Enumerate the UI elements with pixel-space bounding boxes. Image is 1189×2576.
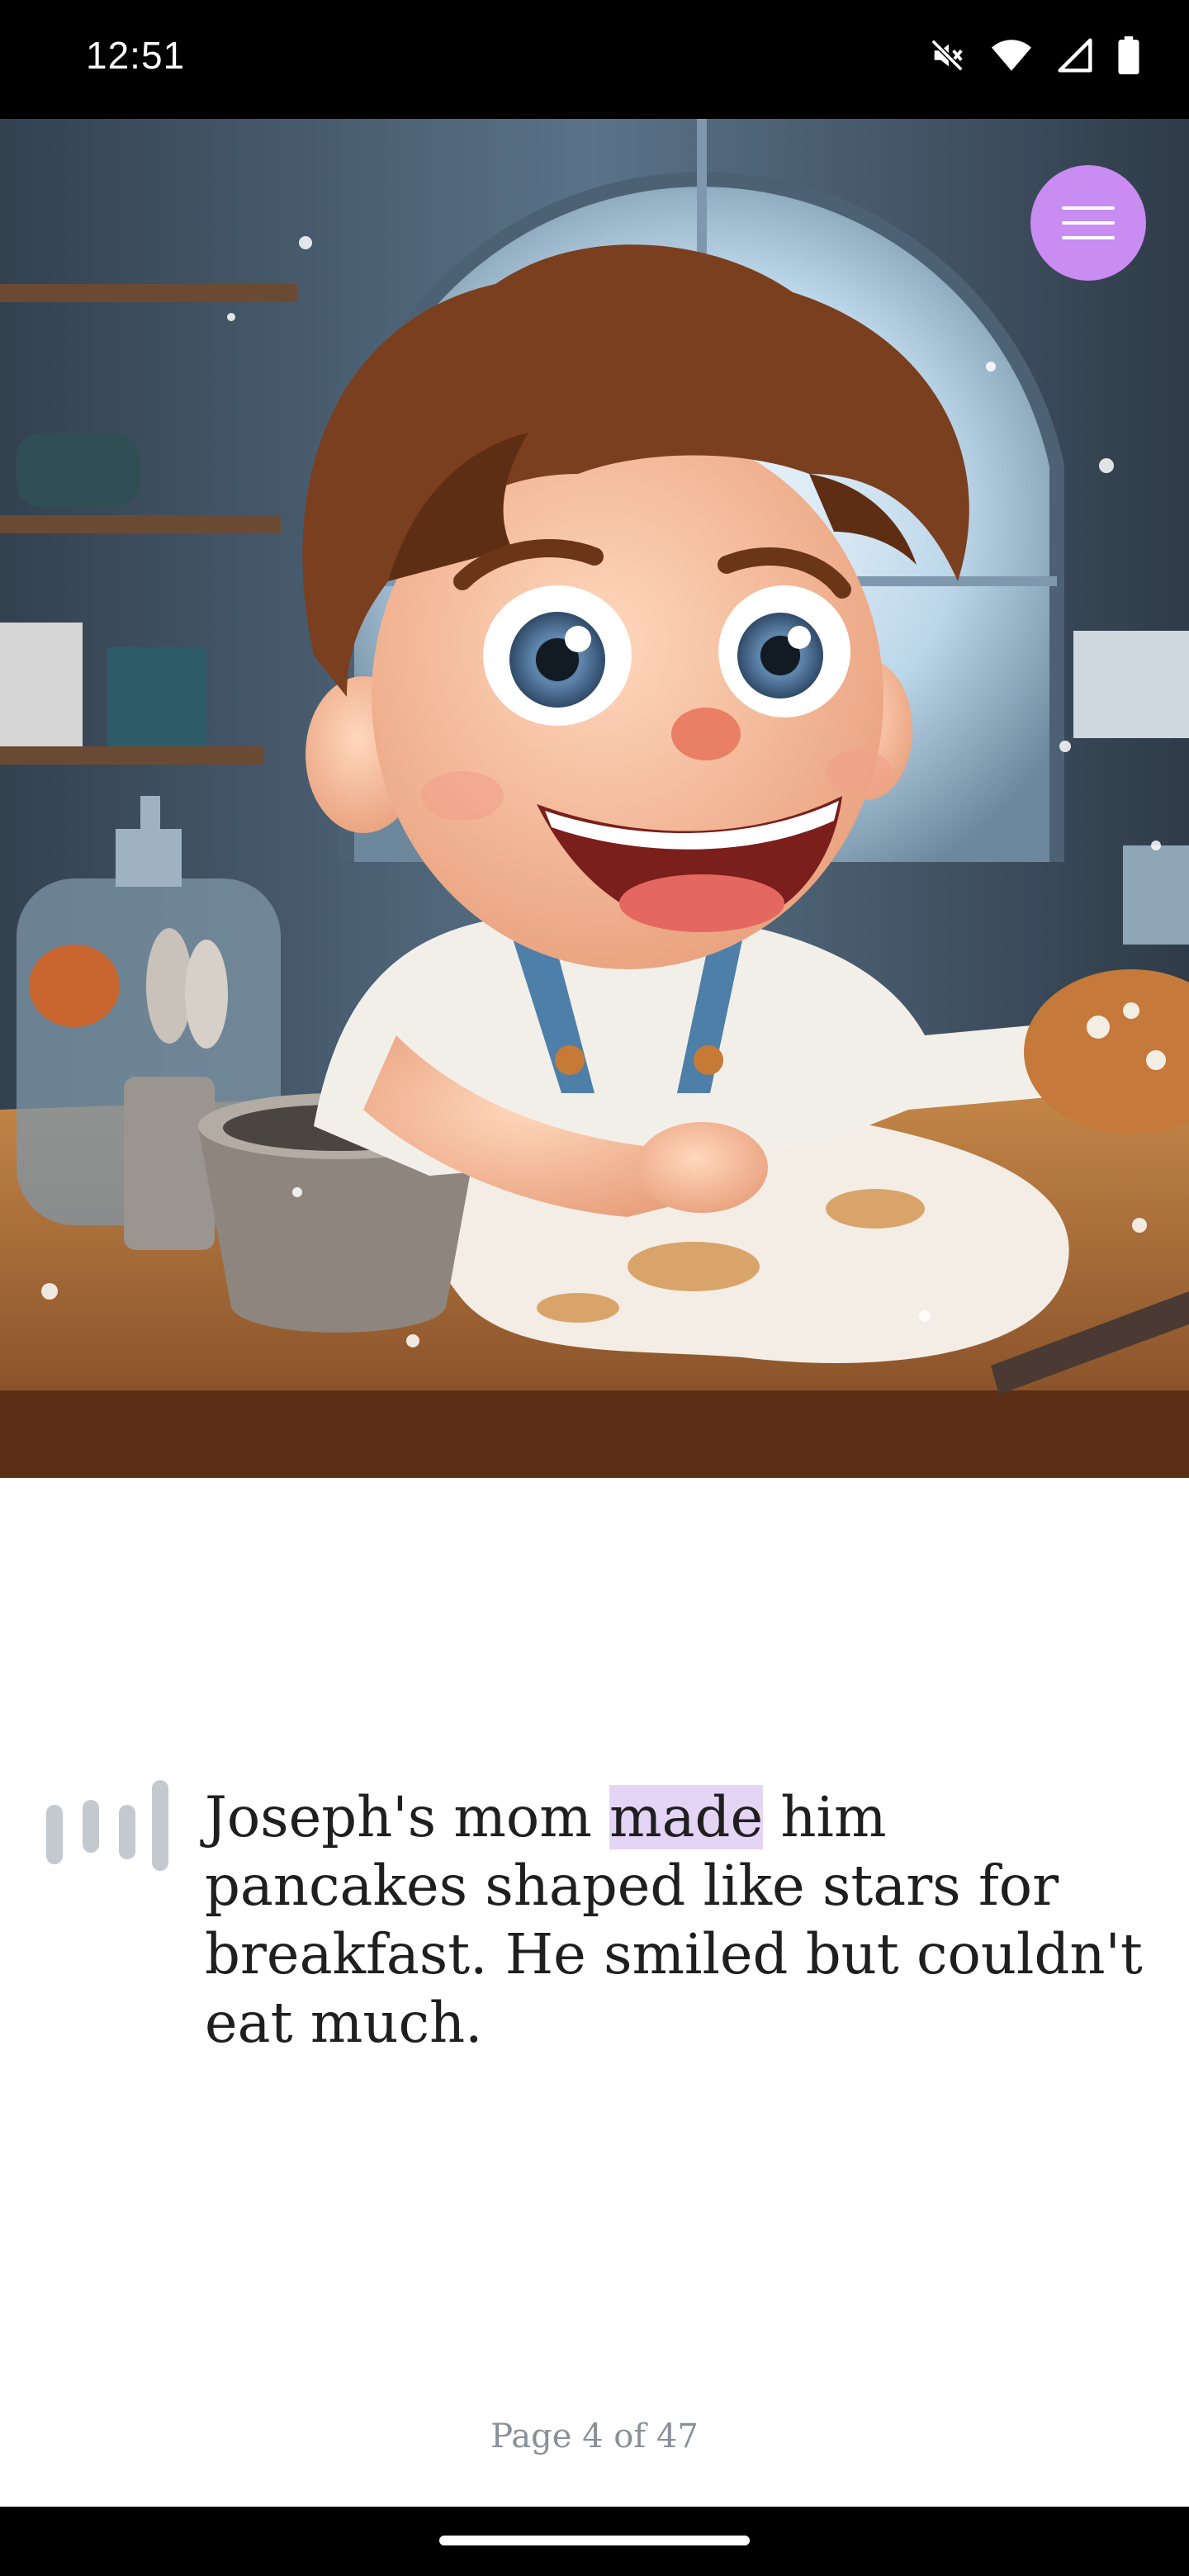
- mute-icon: [931, 39, 964, 72]
- battery-icon: [1118, 36, 1139, 74]
- page-indicator: Page 4 of 47: [490, 2417, 699, 2455]
- story-text-before: Joseph's mom: [205, 1785, 610, 1849]
- story-text: Joseph's mom made him pancakes shaped li…: [205, 1783, 1163, 2057]
- wifi-icon: [992, 40, 1031, 71]
- story-illustration: [0, 119, 1189, 1478]
- home-gesture-handle[interactable]: [439, 2536, 750, 2545]
- hamburger-menu-icon: [1062, 206, 1115, 239]
- audio-waveform-icon[interactable]: [46, 1780, 170, 1871]
- navigation-bar: [0, 2507, 1189, 2576]
- status-time: 12:51: [86, 34, 186, 77]
- cellular-signal-icon: [1058, 38, 1092, 73]
- story-page: Joseph's mom made him pancakes shaped li…: [0, 1478, 1189, 2507]
- highlighted-word: made: [609, 1785, 764, 1849]
- status-bar: 12:51: [0, 0, 1189, 119]
- menu-button[interactable]: [1030, 165, 1146, 281]
- status-icons: [928, 36, 1139, 74]
